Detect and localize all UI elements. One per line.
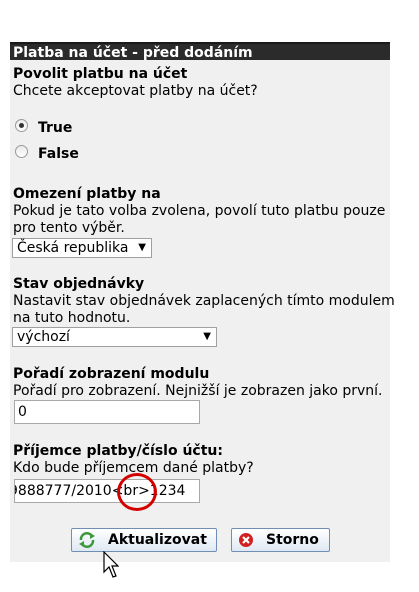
radio-true-label[interactable]: True [38, 120, 72, 137]
chevron-down-icon: ▼ [203, 331, 211, 342]
allow-desc: Chcete akceptovat platby na účet? [13, 83, 258, 99]
payee-account-input[interactable]: 9888777/2010<br>1234 [14, 479, 200, 503]
radio-false-label[interactable]: False [38, 146, 79, 163]
mouse-cursor-icon [103, 551, 119, 578]
status-select-value: výchozí [17, 329, 70, 345]
status-desc-2: na tuto hodnotu. [13, 310, 131, 326]
radio-true[interactable] [15, 119, 28, 132]
cancel-icon [239, 533, 253, 547]
status-select[interactable]: výchozí ▼ [12, 327, 217, 347]
sort-title: Pořadí zobrazení modulu [13, 366, 210, 382]
zone-desc-1: Pokud je tato volba zvolena, povolí tuto… [13, 203, 386, 219]
zone-desc-2: pro tento výběr. [13, 220, 125, 236]
zone-title: Omezení platby na [13, 186, 161, 202]
radio-selected-dot [19, 123, 24, 128]
sort-order-input[interactable]: 0 [14, 400, 200, 424]
cancel-button[interactable]: Storno [231, 528, 330, 552]
status-desc-1: Nastavit stav objednávek zaplacených tím… [13, 293, 395, 309]
radio-false[interactable] [15, 145, 28, 158]
update-button[interactable]: Aktualizovat [71, 528, 217, 552]
status-title: Stav objednávky [13, 276, 145, 292]
highlight-circle [117, 473, 157, 511]
zone-select-value: Česká republika [17, 240, 129, 256]
refresh-icon [79, 532, 95, 548]
payee-title: Příjemce platby/číslo účtu: [13, 443, 223, 459]
cancel-button-label: Storno [266, 532, 319, 548]
sort-desc: Pořadí pro zobrazení. Nejnižší je zobraz… [13, 383, 383, 399]
chevron-down-icon: ▼ [138, 242, 146, 253]
section-header: Platba na účet - před dodáním [10, 42, 390, 61]
update-button-label: Aktualizovat [108, 532, 207, 548]
zone-select[interactable]: Česká republika ▼ [12, 238, 152, 258]
allow-title: Povolit platbu na účet [13, 66, 188, 82]
